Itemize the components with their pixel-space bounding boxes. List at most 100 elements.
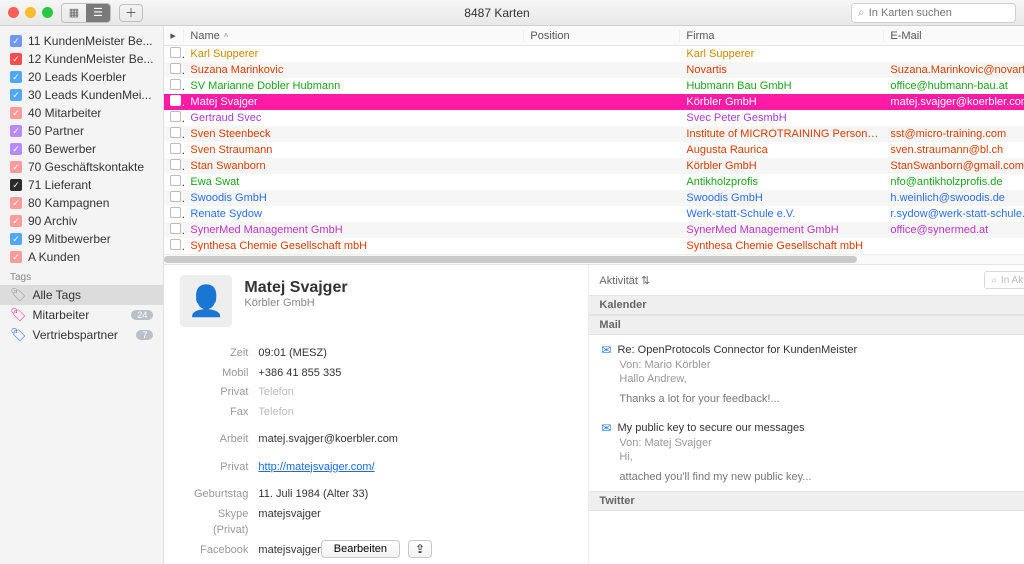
- row-checkbox[interactable]: [170, 79, 181, 90]
- table-row[interactable]: Karl Supperer Karl Supperer 02714 6396: [164, 46, 1024, 62]
- sidebar-item[interactable]: ✓60 Bewerber: [0, 140, 163, 158]
- link[interactable]: http://matejsvajger.com/: [258, 461, 374, 473]
- activity-label[interactable]: Aktivität ⇅: [599, 274, 650, 287]
- cell-name: Karl Supperer: [184, 48, 524, 60]
- cell-email: Suzana.Marinkovic@novartis.com: [884, 64, 1024, 76]
- row-checkbox[interactable]: [170, 175, 181, 186]
- cell-name: SV Marianne Dobler Hubmann: [184, 80, 524, 92]
- sidebar-item[interactable]: ✓40 Mitarbeiter: [0, 104, 163, 122]
- section-mail[interactable]: Mail: [589, 315, 1024, 335]
- table-row[interactable]: SynerMed Management GmbH SynerMed Manage…: [164, 222, 1024, 238]
- mail-item[interactable]: ✉Re: OpenProtocols Connector for KundenM…: [589, 335, 1024, 413]
- cell-email: StanSwanborn@gmail.com: [884, 160, 1024, 172]
- cell-firma: Swoodis GmbH: [680, 192, 884, 204]
- mail-item[interactable]: ✉My public key to secure our messages01.…: [589, 413, 1024, 491]
- col-checkbox[interactable]: ▸: [164, 29, 184, 42]
- zoom-icon[interactable]: [42, 7, 53, 18]
- sidebar-item-label: A Kunden: [28, 250, 80, 264]
- table-row[interactable]: SV Marianne Dobler Hubmann Hubmann Bau G…: [164, 78, 1024, 94]
- checkbox-icon[interactable]: ✓: [10, 179, 22, 191]
- sidebar-item[interactable]: ✓90 Archiv: [0, 212, 163, 230]
- edit-button[interactable]: Bearbeiten: [321, 540, 400, 558]
- add-button[interactable]: ＋: [119, 4, 143, 22]
- row-checkbox[interactable]: [170, 159, 181, 170]
- row-checkbox[interactable]: [170, 127, 181, 138]
- sidebar-item[interactable]: ✓80 Kampagnen: [0, 194, 163, 212]
- table-row[interactable]: Matej Svajger Körbler GmbH matej.svajger…: [164, 94, 1024, 110]
- field-label: Privat: [180, 459, 258, 476]
- checkbox-icon[interactable]: ✓: [10, 233, 22, 245]
- cell-name: Matej Svajger: [184, 96, 524, 108]
- row-checkbox[interactable]: [170, 143, 181, 154]
- sidebar-item[interactable]: ✓70 Geschäftskontakte: [0, 158, 163, 176]
- table-row[interactable]: Stan Swanborn Körbler GmbH StanSwanborn@…: [164, 158, 1024, 174]
- tags-heading: Tags: [0, 266, 163, 285]
- checkbox-icon[interactable]: ✓: [10, 251, 22, 263]
- section-twitter[interactable]: Twitter: [589, 491, 1024, 511]
- checkbox-icon[interactable]: ✓: [10, 35, 22, 47]
- sidebar-item[interactable]: ✓71 Lieferant: [0, 176, 163, 194]
- col-email[interactable]: E-Mail: [884, 30, 1024, 42]
- sidebar-item[interactable]: ✓99 Mitbewerber: [0, 230, 163, 248]
- checkbox-icon[interactable]: ✓: [10, 53, 22, 65]
- activity-search[interactable]: ⌕In Aktivitäten suchen: [984, 271, 1024, 289]
- col-position[interactable]: Position: [524, 30, 680, 42]
- cell-firma: Novartis: [680, 64, 884, 76]
- checkbox-icon[interactable]: ✓: [10, 215, 22, 227]
- tag-item[interactable]: 🏷Vertriebspartner7: [0, 325, 163, 345]
- row-checkbox[interactable]: [170, 223, 181, 234]
- table-row[interactable]: Renate Sydow Werk-statt-Schule e.V. r.sy…: [164, 206, 1024, 222]
- view-grid-icon[interactable]: ▦: [62, 4, 86, 22]
- col-firma[interactable]: Firma: [680, 30, 884, 42]
- row-checkbox[interactable]: [170, 191, 181, 202]
- tag-item[interactable]: 🏷Alle Tags: [0, 285, 163, 305]
- checkbox-icon[interactable]: ✓: [10, 143, 22, 155]
- contact-name: Matej Svajger: [180, 279, 572, 297]
- cell-name: SynerMed Management GmbH: [184, 224, 524, 236]
- row-checkbox[interactable]: [170, 63, 181, 74]
- table-row[interactable]: Gertraud Svec Svec Peter GesmbH: [164, 110, 1024, 126]
- contact-detail: 👤 Matej Svajger Körbler GmbH Zeit09:01 (…: [164, 265, 589, 564]
- view-list-icon[interactable]: ☰: [86, 4, 110, 22]
- sidebar-item[interactable]: ✓20 Leads Koerbler: [0, 68, 163, 86]
- sidebar-item[interactable]: ✓30 Leads KundenMei...: [0, 86, 163, 104]
- table-row[interactable]: Swoodis GmbH Swoodis GmbH h.weinlich@swo…: [164, 190, 1024, 206]
- row-checkbox[interactable]: [170, 111, 181, 122]
- row-checkbox[interactable]: [170, 207, 181, 218]
- share-button[interactable]: ⇪: [408, 540, 432, 558]
- checkbox-icon[interactable]: ✓: [10, 89, 22, 101]
- sidebar-item[interactable]: ✓11 KundenMeister Be...: [0, 32, 163, 50]
- row-checkbox[interactable]: [170, 95, 181, 106]
- scrollbar-thumb[interactable]: [164, 256, 857, 263]
- cell-email: nfo@antikholzprofis.de: [884, 176, 1024, 188]
- tag-item[interactable]: 🏷Mitarbeiter24: [0, 305, 163, 325]
- table-row[interactable]: Suzana Marinkovic Novartis Suzana.Marink…: [164, 62, 1024, 78]
- row-checkbox[interactable]: [170, 239, 181, 250]
- sidebar-item[interactable]: ✓12 KundenMeister Be...: [0, 50, 163, 68]
- close-icon[interactable]: [8, 7, 19, 18]
- minimize-icon[interactable]: [25, 7, 36, 18]
- sidebar-item[interactable]: ✓50 Partner: [0, 122, 163, 140]
- mail-icon: ✉: [601, 421, 611, 435]
- col-name[interactable]: Name ˄: [184, 30, 524, 42]
- checkbox-icon[interactable]: ✓: [10, 161, 22, 173]
- search-cards-field[interactable]: [869, 7, 1011, 19]
- table-row[interactable]: Sven Steenbeck Institute of MICROTRAININ…: [164, 126, 1024, 142]
- horizontal-scrollbar[interactable]: [164, 254, 1024, 264]
- detail-field: FaxTelefon: [180, 404, 572, 421]
- view-switcher[interactable]: ▦ ☰: [61, 3, 111, 23]
- search-cards-input[interactable]: ⌕: [851, 3, 1016, 23]
- field-label: Fax: [180, 404, 258, 421]
- cell-firma: Synthesa Chemie Gesellschaft mbH: [680, 240, 884, 252]
- table-row[interactable]: Ewa Swat Antikholzprofis nfo@antikholzpr…: [164, 174, 1024, 190]
- checkbox-icon[interactable]: ✓: [10, 125, 22, 137]
- checkbox-icon[interactable]: ✓: [10, 107, 22, 119]
- checkbox-icon[interactable]: ✓: [10, 197, 22, 209]
- tag-icon: 🏷: [10, 307, 27, 323]
- row-checkbox[interactable]: [170, 47, 181, 58]
- section-kalender[interactable]: Kalender: [589, 295, 1024, 315]
- table-row[interactable]: Sven Straumann Augusta Raurica sven.stra…: [164, 142, 1024, 158]
- sidebar-item[interactable]: ✓ A Kunden: [0, 248, 163, 266]
- table-row[interactable]: Synthesa Chemie Gesellschaft mbH Synthes…: [164, 238, 1024, 254]
- checkbox-icon[interactable]: ✓: [10, 71, 22, 83]
